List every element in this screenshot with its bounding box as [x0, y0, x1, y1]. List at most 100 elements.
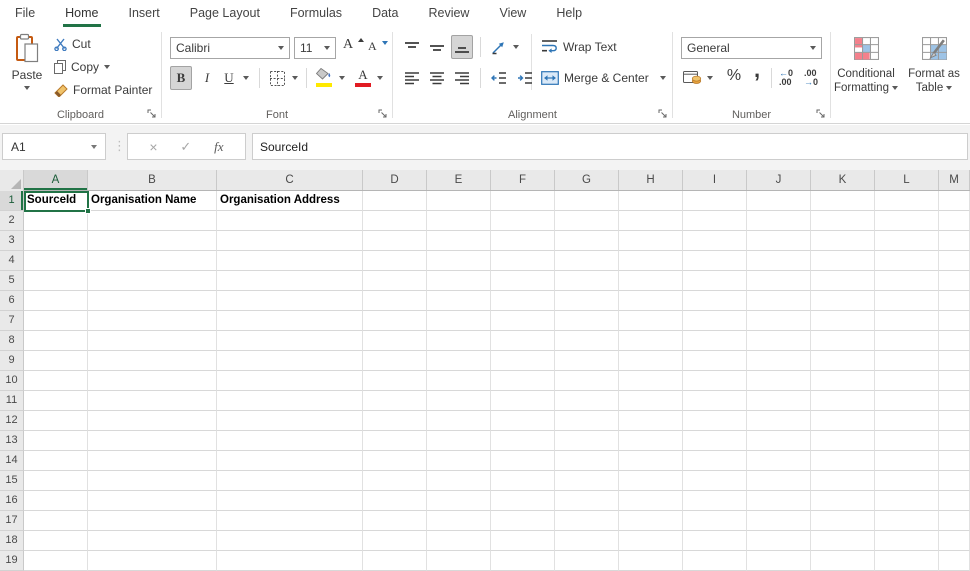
cell-A16[interactable] — [24, 491, 88, 511]
tab-formulas[interactable]: Formulas — [275, 0, 357, 28]
cell-M8[interactable] — [939, 331, 970, 351]
cell-D6[interactable] — [363, 291, 427, 311]
row-header-6[interactable]: 6 — [0, 291, 24, 311]
cell-E13[interactable] — [427, 431, 491, 451]
cell-H18[interactable] — [619, 531, 683, 551]
cell-A2[interactable] — [24, 211, 88, 231]
cell-E1[interactable] — [427, 191, 491, 211]
cell-J17[interactable] — [747, 511, 811, 531]
borders-button[interactable] — [267, 66, 287, 90]
cell-A3[interactable] — [24, 231, 88, 251]
font-color-dropdown-caret[interactable] — [374, 66, 386, 90]
cell-G7[interactable] — [555, 311, 619, 331]
borders-dropdown-caret[interactable] — [289, 66, 301, 90]
cell-H10[interactable] — [619, 371, 683, 391]
cell-L1[interactable] — [875, 191, 939, 211]
column-header-D[interactable]: D — [363, 170, 427, 190]
cell-B15[interactable] — [88, 471, 217, 491]
cell-J5[interactable] — [747, 271, 811, 291]
cell-J11[interactable] — [747, 391, 811, 411]
cell-A13[interactable] — [24, 431, 88, 451]
cell-B10[interactable] — [88, 371, 217, 391]
cell-J12[interactable] — [747, 411, 811, 431]
cell-D18[interactable] — [363, 531, 427, 551]
row-header-19[interactable]: 19 — [0, 551, 24, 571]
column-header-I[interactable]: I — [683, 170, 747, 190]
cell-J7[interactable] — [747, 311, 811, 331]
cell-L9[interactable] — [875, 351, 939, 371]
cell-K8[interactable] — [811, 331, 875, 351]
cell-L13[interactable] — [875, 431, 939, 451]
cell-D9[interactable] — [363, 351, 427, 371]
cell-E3[interactable] — [427, 231, 491, 251]
row-header-11[interactable]: 11 — [0, 391, 24, 411]
copy-dropdown-caret[interactable] — [104, 65, 110, 69]
comma-style-button[interactable]: , — [749, 58, 765, 82]
cell-C1[interactable]: Organisation Address — [217, 191, 363, 211]
tab-insert[interactable]: Insert — [114, 0, 175, 28]
column-header-C[interactable]: C — [217, 170, 363, 190]
cell-H16[interactable] — [619, 491, 683, 511]
cell-J19[interactable] — [747, 551, 811, 571]
cell-F14[interactable] — [491, 451, 555, 471]
cell-B3[interactable] — [88, 231, 217, 251]
cell-G1[interactable] — [555, 191, 619, 211]
cell-I4[interactable] — [683, 251, 747, 271]
cell-B18[interactable] — [88, 531, 217, 551]
column-header-M[interactable]: M — [939, 170, 970, 190]
cell-E9[interactable] — [427, 351, 491, 371]
cell-M2[interactable] — [939, 211, 970, 231]
merge-center-button[interactable]: Merge & Center — [541, 71, 666, 85]
cell-A19[interactable] — [24, 551, 88, 571]
cell-C10[interactable] — [217, 371, 363, 391]
cell-A12[interactable] — [24, 411, 88, 431]
cell-H11[interactable] — [619, 391, 683, 411]
cell-J9[interactable] — [747, 351, 811, 371]
cell-A11[interactable] — [24, 391, 88, 411]
underline-button[interactable]: U — [220, 66, 238, 90]
cell-F18[interactable] — [491, 531, 555, 551]
cell-C11[interactable] — [217, 391, 363, 411]
cell-G16[interactable] — [555, 491, 619, 511]
row-header-15[interactable]: 15 — [0, 471, 24, 491]
cell-A7[interactable] — [24, 311, 88, 331]
cell-A14[interactable] — [24, 451, 88, 471]
cell-F4[interactable] — [491, 251, 555, 271]
cancel-icon[interactable]: × — [149, 139, 157, 155]
cell-H3[interactable] — [619, 231, 683, 251]
paste-dropdown-caret[interactable] — [24, 86, 30, 90]
cell-H12[interactable] — [619, 411, 683, 431]
cell-J2[interactable] — [747, 211, 811, 231]
orientation-dropdown-caret[interactable] — [510, 35, 522, 59]
cell-K14[interactable] — [811, 451, 875, 471]
increase-decimal-button[interactable]: ←0 .00 — [779, 66, 793, 90]
cell-E12[interactable] — [427, 411, 491, 431]
cell-L19[interactable] — [875, 551, 939, 571]
cell-C6[interactable] — [217, 291, 363, 311]
cell-M1[interactable] — [939, 191, 970, 211]
cell-K10[interactable] — [811, 371, 875, 391]
cell-M17[interactable] — [939, 511, 970, 531]
cell-M13[interactable] — [939, 431, 970, 451]
cell-K19[interactable] — [811, 551, 875, 571]
cell-C14[interactable] — [217, 451, 363, 471]
cell-G3[interactable] — [555, 231, 619, 251]
name-box[interactable]: A1 — [2, 133, 106, 160]
cell-H4[interactable] — [619, 251, 683, 271]
cell-I12[interactable] — [683, 411, 747, 431]
cell-H8[interactable] — [619, 331, 683, 351]
column-header-H[interactable]: H — [619, 170, 683, 190]
increase-indent-button[interactable] — [513, 66, 537, 90]
cell-C17[interactable] — [217, 511, 363, 531]
cell-C18[interactable] — [217, 531, 363, 551]
cell-M3[interactable] — [939, 231, 970, 251]
cell-F10[interactable] — [491, 371, 555, 391]
tab-view[interactable]: View — [484, 0, 541, 28]
cell-K17[interactable] — [811, 511, 875, 531]
tab-home[interactable]: Home — [50, 0, 113, 28]
cell-A6[interactable] — [24, 291, 88, 311]
column-header-K[interactable]: K — [811, 170, 875, 190]
cell-B16[interactable] — [88, 491, 217, 511]
cell-H9[interactable] — [619, 351, 683, 371]
cell-L11[interactable] — [875, 391, 939, 411]
